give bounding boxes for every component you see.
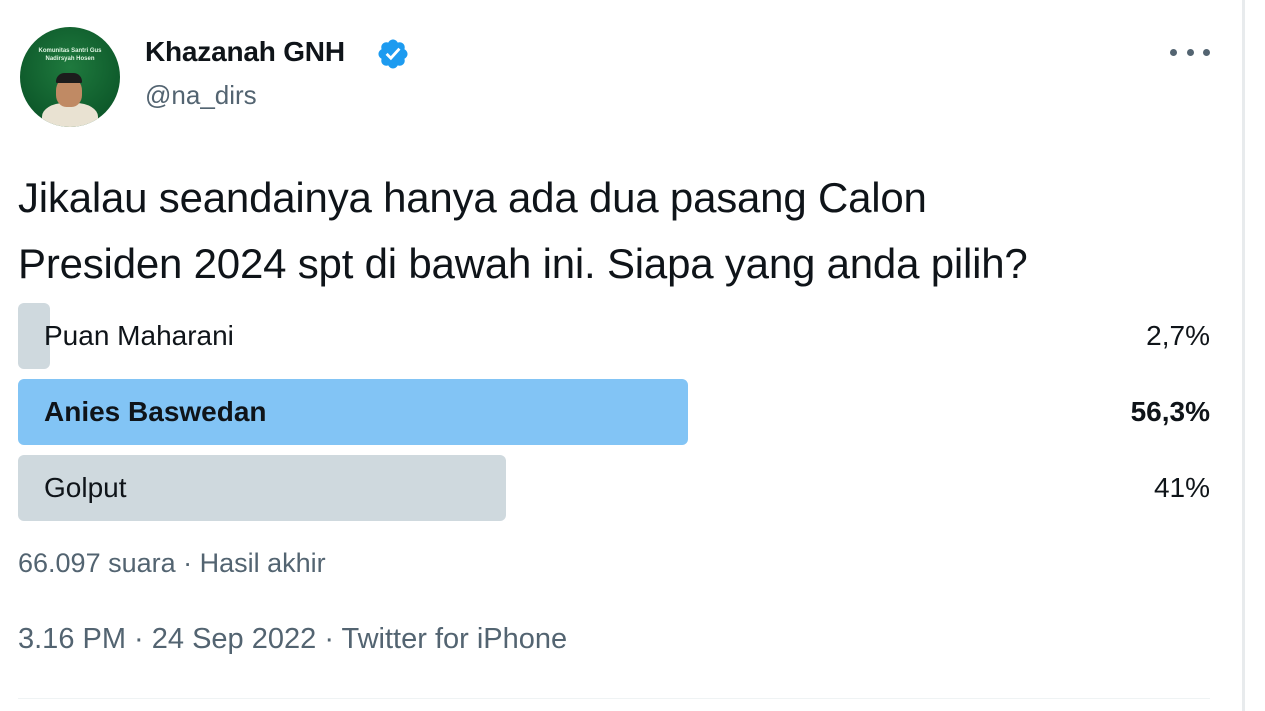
poll-results-meta: 66.097 suara · Hasil akhir (18, 548, 326, 578)
user-handle[interactable]: @na_dirs (145, 80, 257, 111)
avatar[interactable]: Komunitas Santri Gus Nadirsyah Hosen (20, 27, 120, 127)
tweet-timestamp[interactable]: 3.16 PM · 24 Sep 2022 · Twitter for iPho… (18, 623, 567, 656)
divider (18, 698, 1210, 699)
more-dot (1170, 48, 1177, 56)
more-dot (1203, 48, 1210, 56)
poll-option-percent: 2,7% (1146, 320, 1210, 351)
tweet-text: Jikalau seandainya hanya ada dua pasang … (18, 174, 1028, 287)
tweet-card: Komunitas Santri Gus Nadirsyah Hosen Kha… (0, 0, 1265, 711)
poll-option-percent: 41% (1153, 472, 1210, 503)
avatar-caption: Komunitas Santri Gus Nadirsyah Hosen (38, 48, 102, 62)
poll-option: Puan Maharani 2,7% (18, 303, 1210, 369)
avatar-person-cap (56, 73, 82, 83)
verified-badge-icon (378, 39, 408, 69)
poll-option-label: Puan Maharani (44, 320, 234, 351)
poll-option-label: Anies Baswedan (44, 396, 267, 427)
more-options-icon[interactable] (1170, 40, 1210, 64)
poll-option-winner: Anies Baswedan 56,3% (18, 379, 1210, 445)
poll-option-label: Golput (44, 472, 127, 503)
more-dot (1186, 48, 1194, 56)
poll-option-percent: 56,3% (1130, 396, 1210, 427)
scrollbar-edge (1242, 0, 1245, 711)
poll-option: Golput 41% (18, 455, 1210, 521)
display-name[interactable]: Khazanah GNH (145, 36, 345, 68)
